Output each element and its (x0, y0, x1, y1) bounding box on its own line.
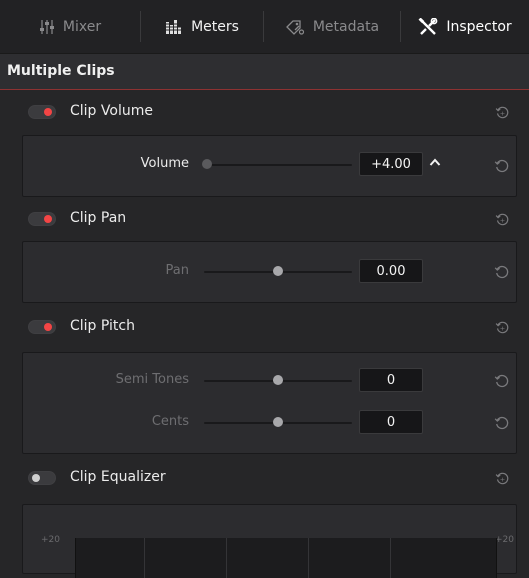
pan-label: Pan (165, 263, 189, 278)
reset-group-icon[interactable]: + (495, 471, 510, 486)
svg-text:+: + (500, 475, 506, 483)
cents-slider-handle[interactable] (273, 417, 283, 427)
pitch-panel: Semi Tones 0 Cents 0 (22, 352, 517, 454)
group-label: Clip Equalizer (70, 469, 166, 485)
pan-slider-handle[interactable] (273, 266, 283, 276)
semitones-value-field[interactable]: 0 (359, 368, 423, 392)
cents-label: Cents (151, 414, 189, 429)
toggle-indicator (44, 108, 52, 116)
svg-text:+: + (500, 109, 506, 117)
reset-icon[interactable] (494, 415, 510, 431)
tab-label: Mixer (62, 18, 102, 35)
pan-panel: Pan 0.00 (22, 241, 517, 303)
eq-grid-line (144, 538, 145, 578)
tab-meters[interactable]: Meters (141, 0, 263, 53)
toggle-indicator (44, 323, 52, 331)
pan-value-field[interactable]: 0.00 (359, 259, 423, 283)
volume-label: Volume (140, 156, 189, 171)
section-header: Multiple Clips (0, 54, 529, 90)
toggle-indicator (44, 215, 52, 223)
cents-value-field[interactable]: 0 (359, 410, 423, 434)
eq-grid-line (390, 538, 391, 578)
mixer-sliders-icon (39, 19, 55, 35)
reset-icon[interactable] (494, 158, 510, 174)
tab-mixer[interactable]: Mixer (0, 0, 140, 53)
reset-icon[interactable] (494, 373, 510, 389)
group-clip-volume: Clip Volume + (0, 97, 529, 127)
volume-slider-handle[interactable] (202, 159, 212, 169)
volume-value-field[interactable]: +4.00 (359, 152, 423, 176)
svg-text:+: + (500, 216, 506, 224)
group-label: Clip Pan (70, 210, 127, 226)
eq-grid-line (226, 538, 227, 578)
reset-group-icon[interactable]: + (495, 105, 510, 120)
eq-grid-line (308, 538, 309, 578)
metadata-tag-icon (285, 19, 305, 35)
tab-label: Meters (191, 18, 239, 35)
equalizer-panel: +20 +20 (22, 504, 517, 578)
tab-metadata[interactable]: Metadata (264, 0, 400, 53)
volume-panel: Volume +4.00 (22, 135, 517, 197)
eq-scale-left-label: +20 (41, 535, 60, 545)
clip-equalizer-toggle[interactable] (28, 471, 56, 485)
group-label: Clip Pitch (70, 318, 135, 334)
clip-pan-toggle[interactable] (28, 212, 56, 226)
reset-icon[interactable] (494, 264, 510, 280)
inspector-tools-icon (418, 17, 438, 36)
eq-scale-right-label: +20 (495, 535, 514, 545)
group-label: Clip Volume (70, 103, 153, 119)
section-title: Multiple Clips (7, 63, 115, 79)
equalizer-graph[interactable] (75, 538, 497, 578)
group-clip-pitch: Clip Pitch + (0, 312, 529, 342)
reset-group-icon[interactable]: + (495, 212, 510, 227)
toggle-indicator (32, 474, 40, 482)
chevron-up-icon[interactable] (429, 157, 441, 167)
volume-slider-track[interactable] (204, 164, 352, 166)
meters-bars-icon (165, 19, 184, 35)
tab-inspector[interactable]: Inspector (401, 0, 529, 53)
inspector-tab-bar: Mixer Meters Metadata Inspector (0, 0, 529, 54)
clip-volume-toggle[interactable] (28, 105, 56, 119)
group-clip-pan: Clip Pan + (0, 204, 529, 234)
tab-label: Inspector (446, 18, 512, 35)
tab-label: Metadata (312, 18, 380, 35)
group-clip-equalizer: Clip Equalizer + (0, 463, 529, 493)
svg-text:+: + (500, 324, 506, 332)
clip-pitch-toggle[interactable] (28, 320, 56, 334)
semitones-slider-handle[interactable] (273, 375, 283, 385)
semitones-label: Semi Tones (115, 372, 189, 387)
reset-group-icon[interactable]: + (495, 320, 510, 335)
